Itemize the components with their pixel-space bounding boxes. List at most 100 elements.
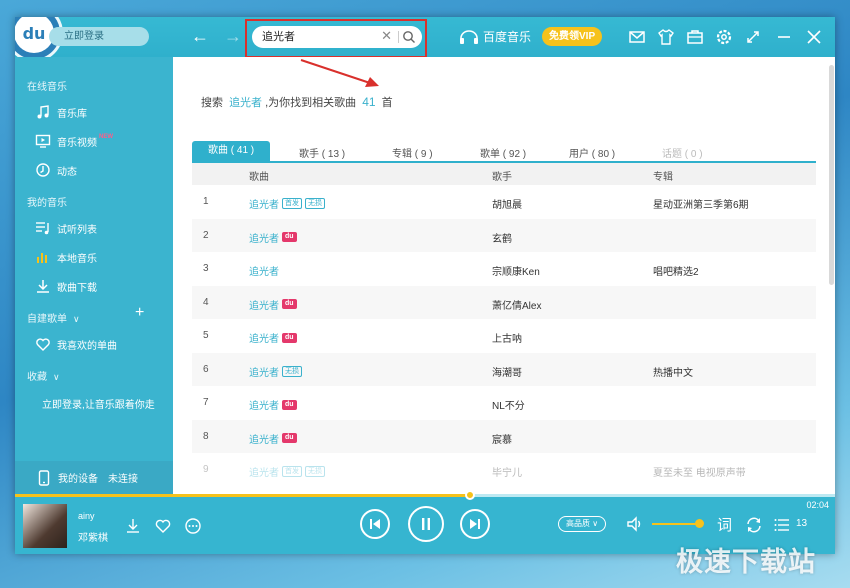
table-row[interactable]: 8 追光者 du 宸慕 xyxy=(192,419,816,453)
minimize-icon[interactable] xyxy=(775,28,793,46)
song-artist[interactable]: 宸慕 xyxy=(492,431,512,446)
table-row[interactable]: 4 追光者 du 萧亿倩Alex xyxy=(192,285,816,319)
search-divider xyxy=(398,31,399,43)
search-input[interactable] xyxy=(262,26,380,46)
table-row[interactable]: 6 追光者 无损 海潮哥 热播中文 xyxy=(192,352,816,386)
table-row[interactable]: 3 追光者 宗顺康Ken 唱吧精选2 xyxy=(192,252,816,286)
tab-playlists[interactable]: 歌单 ( 92 ) xyxy=(480,145,526,160)
song-title[interactable]: 追光者 无损 xyxy=(249,364,302,379)
lyrics-button[interactable]: 词 xyxy=(717,514,732,535)
song-title[interactable]: 追光者 du xyxy=(249,230,297,245)
result-tabs: 歌曲 ( 41 ) 歌手 ( 13 ) 专辑 ( 9 ) 歌单 ( 92 ) 用… xyxy=(192,141,816,163)
back-arrow-icon[interactable]: ← xyxy=(191,26,209,46)
sidebar-item-favorites[interactable]: 我喜欢的单曲 xyxy=(35,333,117,355)
previous-button[interactable] xyxy=(360,509,390,539)
login-hint-link[interactable]: 立即登录,让音乐跟着你走 xyxy=(42,396,155,411)
volume-icon[interactable] xyxy=(626,515,644,533)
volume-knob[interactable] xyxy=(695,519,704,528)
progress-knob[interactable] xyxy=(465,490,476,500)
sidebar-item-local-music[interactable]: 本地音乐 xyxy=(35,246,97,268)
song-artist[interactable]: NL不分 xyxy=(492,397,525,412)
song-album[interactable]: 热播中文 xyxy=(653,364,693,379)
sidebar-item-music-library[interactable]: 音乐库 xyxy=(35,101,87,123)
progress-fill xyxy=(15,494,471,497)
device-bar[interactable]: 我的设备 未连接 xyxy=(15,461,173,494)
playlist-icon[interactable] xyxy=(773,516,791,534)
tab-songs[interactable]: 歌曲 ( 41 ) xyxy=(192,141,271,161)
song-album[interactable]: 唱吧精选2 xyxy=(653,263,699,278)
mini-mode-icon[interactable] xyxy=(744,28,762,46)
song-artist[interactable]: 玄鹤 xyxy=(492,230,512,245)
track-title[interactable]: ainy xyxy=(78,511,95,521)
song-title-text: 追光者 xyxy=(249,401,279,412)
song-album[interactable]: 夏至未至 电视原声带 xyxy=(653,464,746,479)
du-tag: du xyxy=(282,433,297,443)
section-custom-playlist[interactable]: 自建歌单 ∨ xyxy=(27,310,80,325)
sidebar-item-label: 音乐视频 xyxy=(57,137,97,149)
song-artist[interactable]: 海潮哥 xyxy=(492,364,522,379)
vip-button[interactable]: 免费领VIP xyxy=(542,27,603,46)
song-artist[interactable]: 上古呐 xyxy=(492,330,522,345)
tab-topics: 话题 ( 0 ) xyxy=(662,149,703,160)
download-icon[interactable] xyxy=(124,517,142,535)
song-artist[interactable]: 毕宁儿 xyxy=(492,464,522,479)
table-row[interactable]: 7 追光者 du NL不分 xyxy=(192,386,816,420)
close-icon[interactable] xyxy=(805,28,823,46)
result-prefix: 搜索 xyxy=(201,97,223,109)
search-icon[interactable] xyxy=(402,30,416,44)
search-box: ✕ xyxy=(252,26,422,48)
sidebar-item-trial-list[interactable]: 试听列表 xyxy=(35,217,97,239)
pause-button[interactable] xyxy=(408,506,444,542)
scrollbar[interactable] xyxy=(829,65,834,285)
playlist-icon xyxy=(36,222,49,235)
progress-bar[interactable] xyxy=(15,490,835,500)
song-title[interactable]: 追光者 du xyxy=(249,297,297,312)
table-row[interactable]: 2 追光者 du 玄鹤 xyxy=(192,218,816,252)
tab-albums[interactable]: 专辑 ( 9 ) xyxy=(392,145,433,160)
sidebar-item-activity[interactable]: 动态 xyxy=(35,159,77,181)
sidebar-item-label: 我喜欢的单曲 xyxy=(57,340,117,352)
mail-icon[interactable] xyxy=(628,28,646,46)
like-heart-icon[interactable] xyxy=(154,517,172,535)
settings-icon[interactable] xyxy=(715,28,733,46)
toolbox-icon[interactable] xyxy=(686,28,704,46)
table-row[interactable]: 9 追光者 首发 无损 毕宁儿 夏至未至 电视原声带 xyxy=(192,453,816,487)
song-title[interactable]: 追光者 首发 无损 xyxy=(249,464,325,479)
album-cover[interactable] xyxy=(23,504,67,548)
sidebar-item-music-video[interactable]: 音乐视频 NEW xyxy=(35,130,113,152)
song-artist[interactable]: 萧亿倩Alex xyxy=(492,297,541,312)
song-title-text: 追光者 xyxy=(249,434,279,446)
add-playlist-icon[interactable]: + xyxy=(135,304,144,322)
sidebar-item-downloads[interactable]: 歌曲下载 xyxy=(35,275,97,297)
login-button[interactable]: 立即登录 xyxy=(49,27,149,46)
section-online-music: 在线音乐 xyxy=(27,82,67,93)
next-button[interactable] xyxy=(460,509,490,539)
song-title[interactable]: 追光者 du xyxy=(249,431,297,446)
track-artist[interactable]: 邓紫棋 xyxy=(78,529,108,544)
row-number: 4 xyxy=(203,296,209,308)
quality-label: 高品质 xyxy=(566,519,590,528)
sidebar-item-label: 歌曲下载 xyxy=(57,282,97,294)
equalizer-icon xyxy=(37,253,47,263)
song-artist[interactable]: 胡旭晨 xyxy=(492,196,522,211)
song-title[interactable]: 追光者 xyxy=(249,263,279,278)
song-title[interactable]: 追光者 du xyxy=(249,330,297,345)
forward-arrow-icon[interactable]: → xyxy=(224,26,242,46)
more-icon[interactable] xyxy=(184,517,202,535)
song-artist[interactable]: 宗顺康Ken xyxy=(492,263,540,278)
song-album[interactable]: 星动亚洲第三季第6期 xyxy=(653,196,749,211)
quality-selector[interactable]: 高品质 ∨ xyxy=(558,516,607,532)
table-row[interactable]: 1 追光者 首发 无损 胡旭晨 星动亚洲第三季第6期 xyxy=(192,185,816,219)
song-title[interactable]: 追光者 首发 无损 xyxy=(249,196,325,211)
du-tag: du xyxy=(282,299,297,309)
phone-icon xyxy=(38,469,50,486)
table-row[interactable]: 5 追光者 du 上古呐 xyxy=(192,319,816,353)
song-title-text: 追光者 xyxy=(249,367,279,379)
song-title[interactable]: 追光者 du xyxy=(249,397,297,412)
loop-icon[interactable] xyxy=(745,516,763,534)
tab-users[interactable]: 用户 ( 80 ) xyxy=(569,145,615,160)
section-collection[interactable]: 收藏 ∨ xyxy=(27,368,60,383)
skin-icon[interactable] xyxy=(657,28,675,46)
clear-icon[interactable]: ✕ xyxy=(381,28,392,44)
tab-artists[interactable]: 歌手 ( 13 ) xyxy=(299,145,345,160)
